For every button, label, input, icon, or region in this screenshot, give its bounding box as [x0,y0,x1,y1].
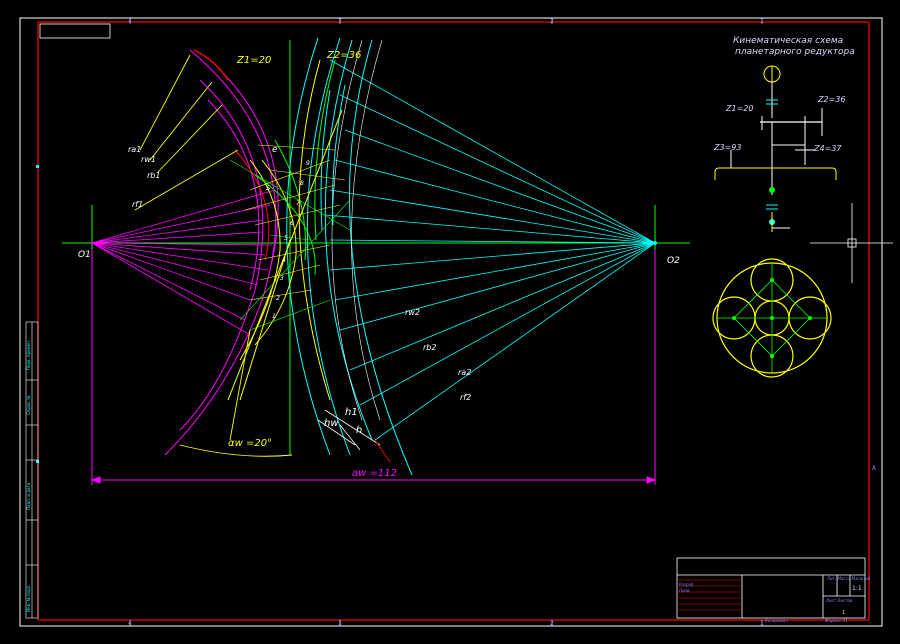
s-label: s [266,183,270,192]
kin-z4: Z4=37 [813,144,842,153]
rb1-label: rb1 [147,171,160,180]
bottom-zone-4: 4 [128,620,132,627]
rb2-label: rb2 [423,343,436,352]
hw-label: hw [324,418,339,429]
ra2-label: ra2 [458,368,471,377]
svg-text:Инв. № подл.: Инв. № подл. [26,584,31,612]
h1-label: h1 [345,407,358,418]
pinion-ray [91,242,251,301]
pinion-ray [91,189,276,244]
mesh-point-number: 3 [280,275,284,282]
rf2-label: rf2 [460,393,471,402]
aw-label: aw =112 [352,468,397,479]
gear-drawing-canvas: 4 3 2 1 4 3 2 1 A Перв. примен. Справ. №… [19,17,893,627]
top-zone-1: 1 [760,18,764,25]
mesh-lines [244,144,346,301]
svg-text:Формат А1: Формат А1 [825,618,848,623]
svg-text:Лист Листов: Лист Листов [825,598,853,603]
pinion-ray [91,219,263,244]
kin-z1: Z1=20 [725,104,753,113]
pinion-radius-arrows [134,54,239,211]
title-block-sheet: 1 [842,610,845,616]
svg-text:Справ. №: Справ. № [26,396,31,415]
pinion-ray [91,242,251,336]
gear2-ray [334,159,656,244]
alpha-label: αw =20° [228,438,272,449]
rw2-label: rw2 [405,308,420,317]
kinematic-title-2: планетарного редуктора [735,47,855,57]
rw1-label: rw1 [141,155,156,164]
gear2-ray [359,242,656,406]
bottom-zone-2: 2 [550,620,554,627]
planetary-view [712,258,832,378]
kin-z3: Z3=93 [713,143,741,152]
svg-text:Перв. примен.: Перв. примен. [26,340,31,370]
left-border-tick-2 [36,460,39,463]
crosshair-cursor [810,203,893,283]
gear2-ray [339,94,656,244]
o2-center [653,241,657,245]
gear2-ray [374,242,656,441]
top-zone-4: 4 [128,18,132,25]
o1-center [90,241,94,245]
gear2-ray [344,129,656,244]
zone-marks: 4 3 2 1 4 3 2 1 A [128,18,877,627]
left-stamp-text: Перв. примен. Справ. № Подп. и дата Инв.… [26,340,31,612]
gear2-ray [324,214,656,244]
mesh-point-number: 2 [276,295,280,302]
pinion-ray [91,242,259,286]
z1-label: Z1=20 [236,55,271,66]
mesh-point-number: 7 [296,200,300,207]
pinion-circles [164,49,279,456]
svg-text:Пров.: Пров. [679,588,691,593]
mesh-point-number: 1 [272,313,276,320]
ra1-label: ra1 [128,145,141,154]
top-zone-3: 3 [338,18,342,25]
left-border-tick [36,165,39,168]
kin-z2: Z2=36 [817,95,845,104]
gear2-ray [349,242,656,371]
o2-label: O2 [667,256,680,266]
svg-text:Подп. и дата: Подп. и дата [26,482,31,510]
mesh-point-number: 9 [306,160,310,167]
mesh-point-number: 4 [282,257,286,264]
right-zone-a: A [872,465,877,472]
top-zone-2: 2 [550,18,554,25]
top-left-stamp-box [39,23,111,39]
h-label: h [356,425,362,436]
gear2-rays [324,59,656,441]
kinematic-scheme: Кинематическая схема планетарного редукт… [713,36,855,232]
gear2-ray [329,189,656,244]
bottom-zone-3: 3 [338,620,342,627]
z2-label: Z2=36 [326,50,361,61]
o1-label: O1 [78,250,91,260]
bottom-zone-1: 1 [760,620,764,627]
gear2-ray [334,242,656,301]
title-block-scale: 1:1 [852,585,862,592]
svg-text:Лит. Масса Масштаб: Лит. Масса Масштаб [826,576,871,581]
kinematic-title-1: Кинематическая схема [733,36,843,46]
mesh-point-number: 8 [300,180,304,187]
gear2-ray [329,59,656,244]
svg-text:Копировал: Копировал [765,618,788,623]
rf1-label: rf1 [132,200,143,209]
mesh-point-number: 5 [284,235,288,242]
svg-text:Разраб.: Разраб. [679,582,695,587]
mesh-point-number: 6 [290,220,294,227]
title-block [676,557,866,619]
e-label: e [272,145,278,155]
